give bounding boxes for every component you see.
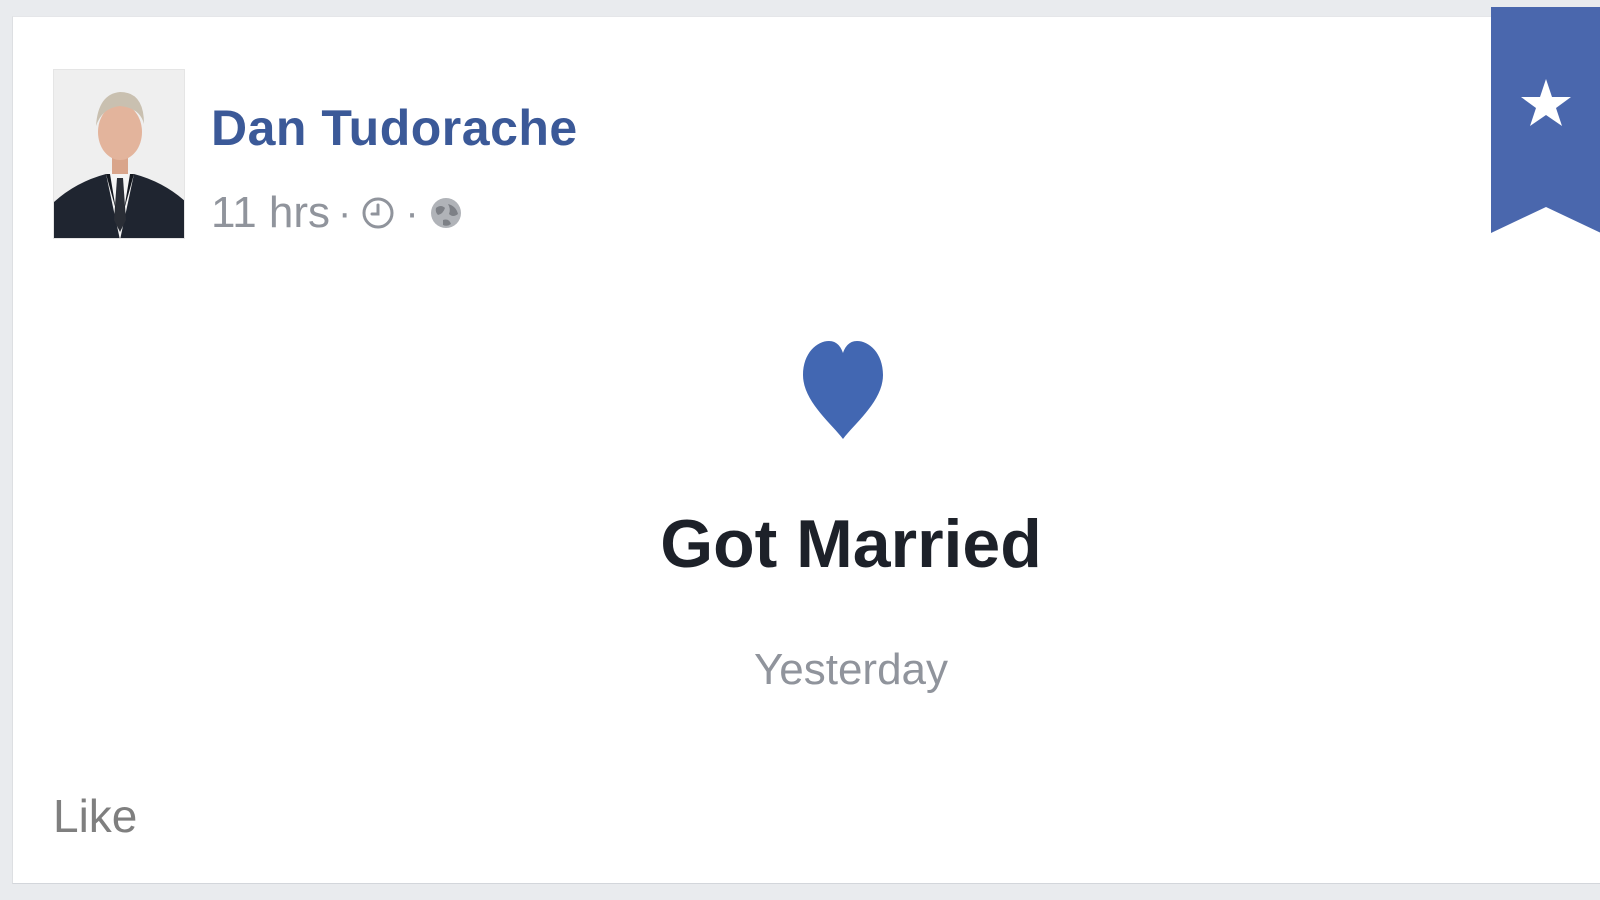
life-event-date: Yesterday	[753, 645, 949, 694]
star-bookmark[interactable]	[1491, 7, 1600, 233]
heart-icon	[803, 341, 883, 439]
post-meta: 11 hrs · ·	[211, 185, 465, 241]
author-name[interactable]: Dan Tudorache	[211, 99, 578, 157]
post-timestamp[interactable]: 11 hrs	[211, 188, 330, 238]
life-event-title: Got Married	[660, 506, 1042, 582]
globe-icon[interactable]	[427, 194, 465, 232]
profile-photo	[54, 70, 184, 238]
avatar[interactable]	[53, 69, 185, 239]
clock-icon	[359, 194, 397, 232]
post-card: Dan Tudorache 11 hrs · · Got Married Yes…	[12, 7, 1600, 884]
meta-separator: ·	[338, 190, 352, 235]
like-button[interactable]: Like	[53, 789, 137, 843]
meta-separator: ·	[405, 190, 419, 235]
